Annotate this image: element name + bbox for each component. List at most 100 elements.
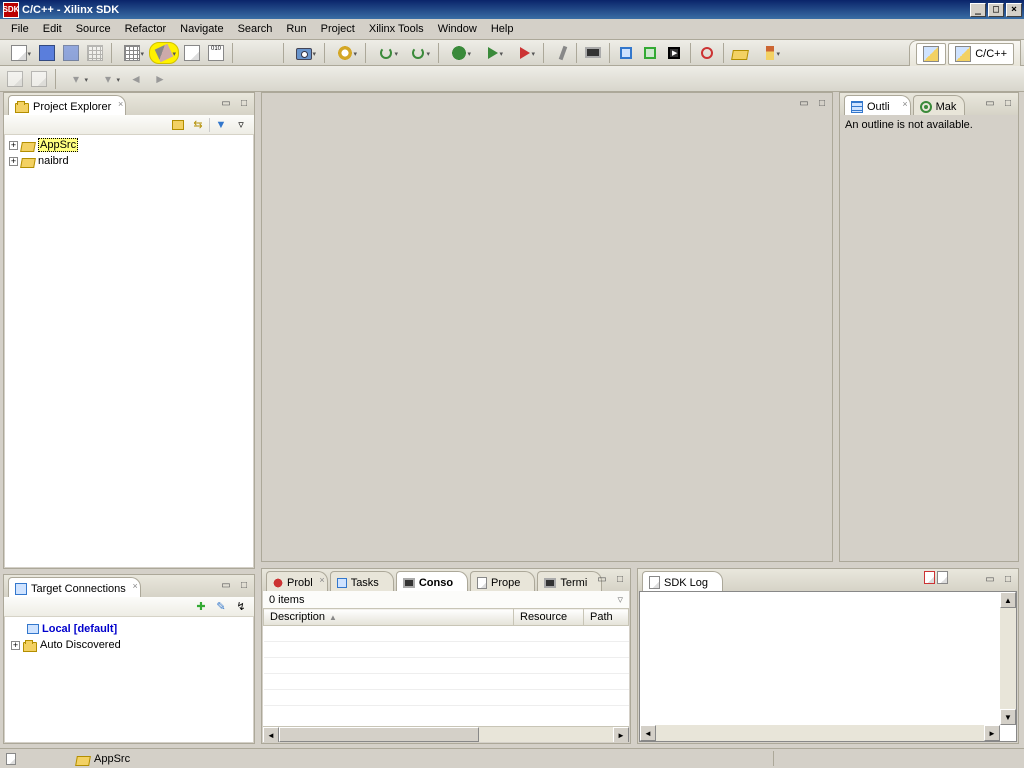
col-resource[interactable]: Resource: [514, 609, 584, 626]
minimize-view-icon[interactable]: ▭: [218, 577, 234, 593]
back-button[interactable]: ◄: [125, 68, 147, 90]
v-scrollbar[interactable]: ▲▼: [1000, 592, 1016, 725]
close-icon[interactable]: ×: [319, 575, 324, 585]
log-clear-button[interactable]: [937, 571, 948, 584]
target-connections-tab[interactable]: Target Connections ×: [8, 577, 141, 597]
save-button[interactable]: [36, 42, 58, 64]
print-button[interactable]: [84, 42, 106, 64]
open-folder-button[interactable]: [729, 42, 751, 64]
close-tab-icon[interactable]: ×: [902, 99, 907, 109]
h-scrollbar[interactable]: ◄►: [640, 725, 1000, 741]
show-source-button[interactable]: [4, 68, 26, 90]
maximize-view-icon[interactable]: □: [1000, 95, 1016, 111]
forward-button[interactable]: ►: [149, 68, 171, 90]
menu-window[interactable]: Window: [431, 20, 484, 38]
collapse-all-button[interactable]: [169, 116, 187, 134]
cpp-perspective-button[interactable]: C/C++: [948, 43, 1014, 65]
menu-project[interactable]: Project: [314, 20, 362, 38]
table-row[interactable]: [264, 674, 629, 690]
report-button[interactable]: [181, 42, 203, 64]
minimize-view-icon[interactable]: ▭: [982, 571, 998, 587]
close-tab-icon[interactable]: ×: [118, 99, 123, 109]
project-explorer-tab[interactable]: Project Explorer ×: [8, 95, 126, 115]
expand-icon[interactable]: +: [9, 141, 18, 150]
binary-button[interactable]: 010: [205, 42, 227, 64]
menu-edit[interactable]: Edit: [36, 20, 69, 38]
maximize-editor-icon[interactable]: □: [814, 95, 830, 111]
problems-tab[interactable]: Probl×: [266, 571, 328, 591]
target-local[interactable]: Local [default]: [7, 621, 251, 637]
col-description[interactable]: Description▲: [264, 609, 514, 626]
h-scrollbar[interactable]: ◄►: [263, 726, 629, 742]
add-target-button[interactable]: ✚: [192, 598, 210, 616]
refresh-button[interactable]: [371, 42, 401, 64]
sq-green-button[interactable]: [639, 42, 661, 64]
minimize-button[interactable]: _: [970, 3, 986, 17]
maximize-view-icon[interactable]: □: [612, 571, 628, 587]
menu-xilinx-tools[interactable]: Xilinx Tools: [362, 20, 431, 38]
maximize-view-icon[interactable]: □: [1000, 571, 1016, 587]
tree-node-naibrd[interactable]: + naibrd: [7, 153, 251, 169]
build-button[interactable]: [149, 42, 179, 64]
open-perspective-button[interactable]: [916, 43, 946, 65]
table-row[interactable]: [264, 626, 629, 642]
maximize-button[interactable]: □: [988, 3, 1004, 17]
new-button[interactable]: [4, 42, 34, 64]
delete-target-button[interactable]: ↯: [232, 598, 250, 616]
menu-refactor[interactable]: Refactor: [118, 20, 174, 38]
tree-node-appsrc[interactable]: + AppSrc: [7, 137, 251, 153]
table-row[interactable]: [264, 642, 629, 658]
terminal-tab[interactable]: Termi: [537, 571, 602, 591]
minimize-view-icon[interactable]: ▭: [594, 571, 610, 587]
minimize-editor-icon[interactable]: ▭: [796, 95, 812, 111]
make-tab[interactable]: Mak: [913, 95, 966, 115]
sq-blue-button[interactable]: [615, 42, 637, 64]
circle-button[interactable]: [696, 42, 718, 64]
col-path[interactable]: Path: [584, 609, 629, 626]
terminal-button[interactable]: [582, 42, 604, 64]
menu-navigate[interactable]: Navigate: [173, 20, 230, 38]
close-tab-icon[interactable]: ×: [133, 581, 138, 591]
nav-dropdown[interactable]: ▾: [61, 68, 91, 90]
expand-icon[interactable]: +: [9, 157, 18, 166]
hardware-button[interactable]: [117, 42, 147, 64]
edit-target-button[interactable]: ✎: [212, 598, 230, 616]
properties-tab[interactable]: Prope: [470, 571, 535, 591]
wrench-button[interactable]: [549, 42, 571, 64]
link-editor-button[interactable]: ⇆: [189, 116, 207, 134]
menu-file[interactable]: File: [4, 20, 36, 38]
stop-button[interactable]: [508, 42, 538, 64]
debug-button[interactable]: [444, 42, 474, 64]
view-menu-icon[interactable]: ▿: [617, 593, 623, 606]
maximize-view-icon[interactable]: □: [236, 95, 252, 111]
menu-search[interactable]: Search: [231, 20, 280, 38]
expand-icon[interactable]: +: [11, 641, 20, 650]
snapshot-button[interactable]: [289, 42, 319, 64]
maximize-view-icon[interactable]: □: [236, 577, 252, 593]
menu-source[interactable]: Source: [69, 20, 118, 38]
outline-tab[interactable]: Outli ×: [844, 95, 911, 115]
target-auto[interactable]: + Auto Discovered: [7, 637, 251, 653]
close-button[interactable]: ×: [1006, 3, 1022, 17]
view-menu-button[interactable]: ▿: [232, 116, 250, 134]
log-copy-button[interactable]: [924, 571, 935, 584]
save-all-button[interactable]: [60, 42, 82, 64]
nav-dropdown2[interactable]: ▾: [93, 68, 123, 90]
lock-button[interactable]: [330, 42, 360, 64]
menu-run[interactable]: Run: [279, 20, 313, 38]
menu-help[interactable]: Help: [484, 20, 521, 38]
console-tab[interactable]: Conso: [396, 571, 468, 591]
run-button[interactable]: [476, 42, 506, 64]
show-header-button[interactable]: [28, 68, 50, 90]
sq-black-button[interactable]: [663, 42, 685, 64]
refresh2-button[interactable]: [403, 42, 433, 64]
sdk-log-tab[interactable]: SDK Log: [642, 571, 723, 591]
filter-button[interactable]: ▼: [212, 116, 230, 134]
minimize-view-icon[interactable]: ▭: [982, 95, 998, 111]
sdk-log-view: SDK Log ▭ □ ▲▼ ◄►: [637, 568, 1019, 744]
table-row[interactable]: [264, 690, 629, 706]
table-row[interactable]: [264, 658, 629, 674]
minimize-view-icon[interactable]: ▭: [218, 95, 234, 111]
brush-button[interactable]: [753, 42, 783, 64]
tasks-tab[interactable]: Tasks: [330, 571, 394, 591]
